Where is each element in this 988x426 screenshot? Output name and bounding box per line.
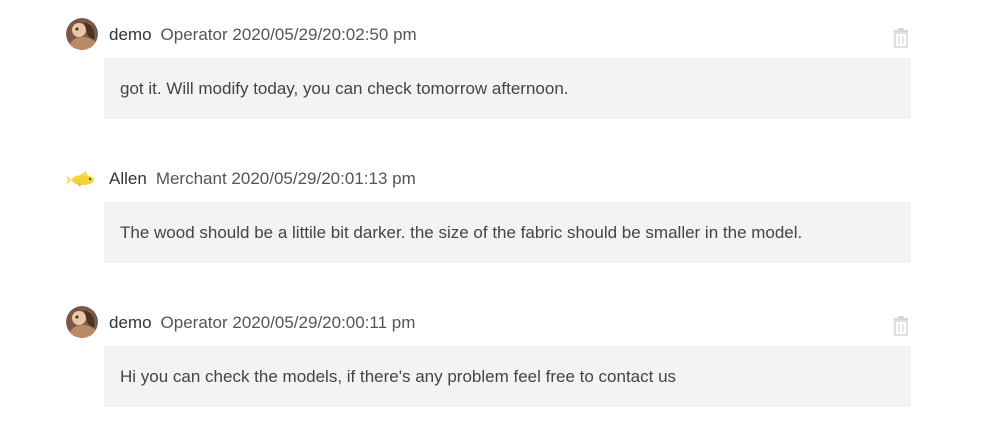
comment-timestamp: 2020/05/29/20:02:50 pm — [232, 25, 417, 44]
comment-item: demo Operator 2020/05/29/20:02:50 pm got … — [0, 18, 988, 119]
trash-icon[interactable] — [892, 316, 910, 336]
comment-author-line: demo Operator 2020/05/29/20:02:50 pm — [109, 25, 417, 45]
user-avatar-icon — [66, 306, 98, 338]
author-name: demo — [109, 313, 152, 332]
comment-text: got it. Will modify today, you can check… — [104, 58, 911, 119]
comment-author-line: Allen Merchant 2020/05/29/20:01:13 pm — [109, 169, 416, 189]
trash-icon[interactable] — [892, 28, 910, 48]
comment-header: demo Operator 2020/05/29/20:00:11 pm — [0, 306, 988, 338]
author-role: Operator — [160, 25, 228, 44]
comment-item: demo Operator 2020/05/29/20:00:11 pm Hi y… — [0, 306, 988, 407]
author-role: Merchant — [155, 169, 227, 188]
author-role: Operator — [160, 313, 228, 332]
author-name: Allen — [109, 169, 147, 188]
comment-header: demo Operator 2020/05/29/20:02:50 pm — [0, 18, 988, 50]
comment-timestamp: 2020/05/29/20:01:13 pm — [231, 169, 416, 188]
comment-timestamp: 2020/05/29/20:00:11 pm — [232, 313, 416, 332]
comment-header: Allen Merchant 2020/05/29/20:01:13 pm — [0, 162, 988, 194]
comment-text: The wood should be a littile bit darker.… — [104, 202, 911, 263]
comment-item: Allen Merchant 2020/05/29/20:01:13 pm The… — [0, 162, 988, 263]
user-avatar-icon — [66, 18, 98, 50]
comment-text: Hi you can check the models, if there's … — [104, 346, 911, 407]
author-name: demo — [109, 25, 152, 44]
goldfish-avatar-icon — [66, 162, 98, 194]
comment-author-line: demo Operator 2020/05/29/20:00:11 pm — [109, 313, 415, 333]
